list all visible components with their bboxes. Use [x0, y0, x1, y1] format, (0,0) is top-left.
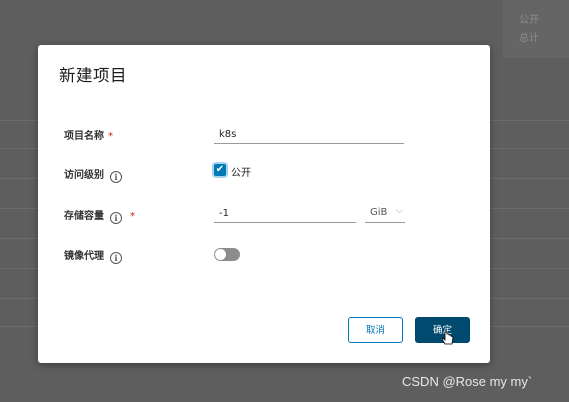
project-name-label: 项目名称 * — [64, 131, 113, 142]
chevron-down-icon: ⌵ — [396, 206, 403, 216]
cursor-icon — [442, 331, 454, 345]
check-icon: ✔ — [215, 164, 225, 175]
storage-quota-input[interactable] — [214, 205, 356, 223]
new-project-dialog: 新建项目 项目名称* 访问级别i ✔ 公开 存储容量i* GiB ⌵ 镜像代理i… — [38, 45, 490, 363]
proxy-cache-label: 镜像代理 i — [64, 247, 122, 264]
background-menu-item: 总计 — [519, 33, 539, 44]
required-mark: * — [108, 131, 113, 142]
public-checkbox[interactable]: ✔ — [214, 164, 226, 176]
proxy-cache-toggle[interactable] — [214, 248, 240, 261]
info-icon[interactable]: i — [110, 252, 122, 264]
project-name-input[interactable] — [214, 126, 404, 144]
public-checkbox-label[interactable]: 公开 — [231, 164, 251, 179]
access-level-label: 访问级别 i — [64, 166, 122, 183]
info-icon[interactable]: i — [110, 212, 122, 224]
storage-quota-label: 存储容量 i * — [64, 211, 135, 224]
dialog-title: 新建项目 — [59, 66, 127, 85]
watermark-text: CSDN @Rose my my` — [402, 374, 533, 389]
storage-unit-value: GiB — [370, 207, 388, 218]
toggle-knob — [215, 249, 226, 260]
info-icon[interactable]: i — [110, 171, 122, 183]
background-menu-item: 公开 — [519, 15, 539, 26]
required-mark: * — [130, 211, 135, 222]
cancel-button[interactable]: 取消 — [348, 317, 403, 343]
storage-unit-select[interactable]: GiB ⌵ — [365, 205, 405, 223]
